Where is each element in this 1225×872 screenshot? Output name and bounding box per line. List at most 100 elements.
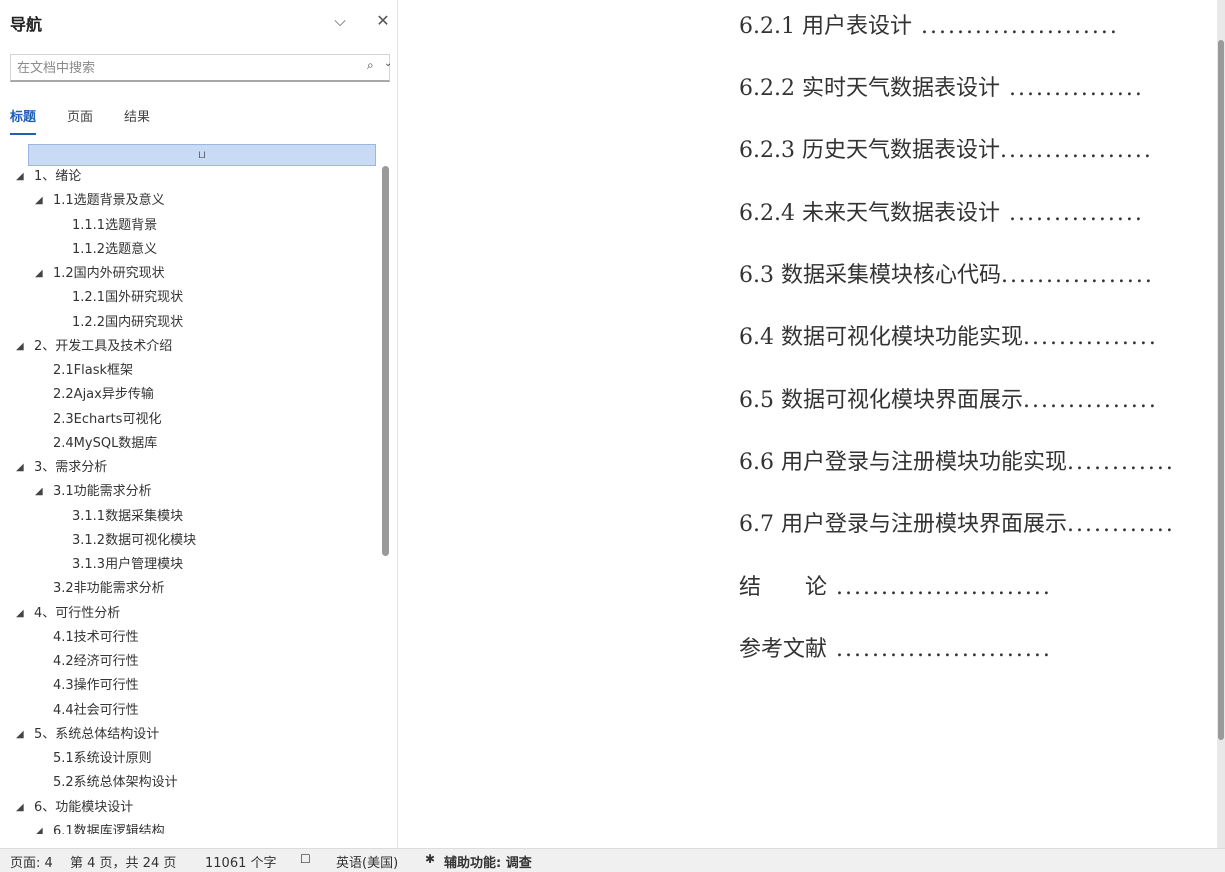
tree-item-label: 5、系统总体结构设计: [34, 727, 160, 742]
toc-entry-title: 6.5 数据可视化模块界面展示: [739, 388, 1023, 413]
toc-leader-dots: .................: [999, 138, 1153, 163]
status-language[interactable]: 英语(美国): [336, 852, 398, 871]
nav-title: 导航: [10, 15, 43, 34]
navigation-pane: 导航 ⌵ ✕ ⌕ ⌄ 标题 页面 结果 ⨆ ◢ 1、绪论 ◢ 1.1选题背景及意义 1.…: [0, 0, 398, 848]
expand-triangle-icon[interactable]: ◢: [16, 797, 24, 819]
tree-item[interactable]: 2.4MySQL数据库: [0, 433, 378, 455]
tree-item[interactable]: 5.1系统设计原则: [0, 748, 378, 770]
expand-triangle-icon[interactable]: ◢: [16, 603, 24, 625]
expand-triangle-icon[interactable]: ◢: [35, 263, 43, 285]
search-icon[interactable]: ⌕: [367, 58, 381, 76]
tree-item-label: 2、开发工具及技术介绍: [34, 339, 173, 354]
toc-entry[interactable]: 6.7 用户登录与注册模块界面展示............: [739, 508, 1175, 542]
tree-item[interactable]: ◢ 1、绪论: [0, 166, 378, 188]
tree-item[interactable]: 4.1技术可行性: [0, 627, 378, 649]
tree-item-label: 2.1Flask框架: [53, 363, 134, 378]
tree-item[interactable]: 3.1.3用户管理模块: [0, 554, 378, 576]
expand-triangle-icon[interactable]: ◢: [16, 336, 24, 358]
toc-entry[interactable]: 6.2.1 用户表设计 ......................: [739, 10, 1119, 44]
search-input[interactable]: [17, 58, 347, 78]
toc-entry[interactable]: 6.5 数据可视化模块界面展示...............: [739, 384, 1158, 418]
tree-item[interactable]: 2.3Echarts可视化: [0, 409, 378, 431]
toc-entry[interactable]: 6.3 数据采集模块核心代码.................: [739, 259, 1154, 293]
close-icon[interactable]: ✕: [372, 10, 394, 32]
tree-item-label: 3.2非功能需求分析: [53, 581, 165, 596]
accessibility-icon[interactable]: ✱: [425, 852, 435, 866]
toc-entry[interactable]: 参考文献 ........................: [739, 633, 1052, 667]
toc-leader-dots: ............: [1066, 512, 1175, 537]
tree-item-label: 1.1.1选题背景: [72, 218, 158, 233]
tree-item-label: 3.1.3用户管理模块: [72, 557, 184, 572]
tree-item-label: 1.1选题背景及意义: [53, 193, 165, 208]
toc-entry[interactable]: 6.6 用户登录与注册模块功能实现............: [739, 446, 1175, 480]
toc-entry[interactable]: 6.2.4 未来天气数据表设计 ...............: [739, 197, 1144, 231]
collapse-all-bar[interactable]: ⨆: [28, 144, 376, 166]
tree-item[interactable]: 3.1.1数据采集模块: [0, 506, 378, 528]
toc-entry-title: 参考文献: [739, 637, 828, 662]
tree-item[interactable]: 4.4社会可行性: [0, 700, 378, 722]
status-page-of[interactable]: 第 4 页，共 24 页: [70, 852, 176, 871]
tree-item[interactable]: ◢ 2、开发工具及技术介绍: [0, 336, 378, 358]
tree-item-label: 5.2系统总体架构设计: [53, 775, 178, 790]
toc-entry-title: 6.2.2 实时天气数据表设计: [739, 76, 1000, 101]
tree-item[interactable]: ◢ 6.1数据库逻辑结构: [0, 821, 378, 834]
tree-item[interactable]: ◢ 6、功能模块设计: [0, 797, 378, 819]
search-box[interactable]: ⌕ ⌄: [10, 54, 392, 82]
nav-tabs: 标题 页面 结果: [10, 106, 390, 136]
status-page[interactable]: 页面: 4: [10, 852, 53, 871]
tree-item[interactable]: 3.1.2数据可视化模块: [0, 530, 378, 552]
chevron-down-icon[interactable]: ⌄: [384, 58, 392, 69]
document-scrollbar[interactable]: [1217, 0, 1225, 848]
expand-triangle-icon[interactable]: ◢: [16, 457, 24, 479]
toc-entry[interactable]: 结 论 ........................: [739, 571, 1052, 605]
toc-entry[interactable]: 6.2.2 实时天气数据表设计 ...............: [739, 72, 1144, 106]
status-accessibility[interactable]: 辅助功能: 调查: [444, 852, 532, 871]
toc-entry[interactable]: 6.2.3 历史天气数据表设计.................: [739, 134, 1153, 168]
expand-triangle-icon[interactable]: ◢: [35, 190, 43, 212]
toc-entry[interactable]: 6.4 数据可视化模块功能实现...............: [739, 321, 1158, 355]
toc-leader-dots: ........................: [827, 637, 1052, 662]
tree-item-label: 4.1技术可行性: [53, 630, 139, 645]
tree-item-label: 1.2国内外研究现状: [53, 266, 165, 281]
tree-item[interactable]: 5.2系统总体架构设计: [0, 772, 378, 794]
expand-triangle-icon[interactable]: ◢: [16, 724, 24, 746]
toc-entry-title: 6.2.3 历史天气数据表设计: [739, 138, 1000, 163]
toc-entry-title: 6.2.4 未来天气数据表设计: [739, 201, 1000, 226]
tree-item[interactable]: ◢ 3、需求分析: [0, 457, 378, 479]
toc-entry-title: 6.2.1 用户表设计: [739, 14, 912, 39]
tab-pages[interactable]: 页面: [67, 106, 93, 134]
expand-triangle-icon[interactable]: ◢: [16, 166, 24, 188]
tree-item[interactable]: 1.2.2国内研究现状: [0, 312, 378, 334]
tree-item[interactable]: 2.2Ajax异步传输: [0, 384, 378, 406]
status-word-count[interactable]: 11061 个字: [205, 852, 277, 871]
tree-item[interactable]: ◢ 4、可行性分析: [0, 603, 378, 625]
tab-headings[interactable]: 标题: [10, 106, 37, 135]
expand-triangle-icon[interactable]: ◢: [35, 821, 43, 834]
nav-scrollbar-thumb[interactable]: [382, 166, 389, 556]
status-bar: 页面: 4 第 4 页，共 24 页 11061 个字 ☐ 英语(美国) ✱ 辅…: [0, 848, 1225, 872]
tree-item[interactable]: ◢ 1.1选题背景及意义: [0, 190, 378, 212]
tab-results[interactable]: 结果: [124, 106, 150, 134]
tree-item[interactable]: ◢ 1.2国内外研究现状: [0, 263, 378, 285]
tree-item[interactable]: 3.2非功能需求分析: [0, 578, 378, 600]
document-scrollbar-thumb[interactable]: [1218, 40, 1224, 740]
toc-entry-title: 6.7 用户登录与注册模块界面展示: [739, 512, 1067, 537]
tree-item-label: 3.1功能需求分析: [53, 484, 152, 499]
tree-item[interactable]: 2.1Flask框架: [0, 360, 378, 382]
document-page[interactable]: 6.2.1 用户表设计 ...................... 6.2.2 …: [541, 0, 1217, 848]
tree-item[interactable]: ◢ 5、系统总体结构设计: [0, 724, 378, 746]
toc-entry-title: 6.6 用户登录与注册模块功能实现: [739, 450, 1067, 475]
tree-item[interactable]: 4.3操作可行性: [0, 675, 378, 697]
heading-tree: ◢ 1、绪论 ◢ 1.1选题背景及意义 1.1.1选题背景 1.1.2选题意义 ◢ 1.2国内…: [0, 166, 378, 834]
tree-item[interactable]: 1.2.1国外研究现状: [0, 287, 378, 309]
tree-item[interactable]: 1.1.1选题背景: [0, 215, 378, 237]
tree-item[interactable]: 1.1.2选题意义: [0, 239, 378, 261]
tree-item-label: 2.2Ajax异步传输: [53, 387, 154, 402]
tree-item[interactable]: 4.2经济可行性: [0, 651, 378, 673]
tree-item-label: 4、可行性分析: [34, 606, 121, 621]
proofing-icon[interactable]: ☐: [300, 852, 311, 866]
nav-scrollbar[interactable]: [380, 166, 390, 826]
tree-item[interactable]: ◢ 3.1功能需求分析: [0, 481, 378, 503]
chevron-down-icon[interactable]: ⌵: [328, 10, 352, 32]
expand-triangle-icon[interactable]: ◢: [35, 481, 43, 503]
